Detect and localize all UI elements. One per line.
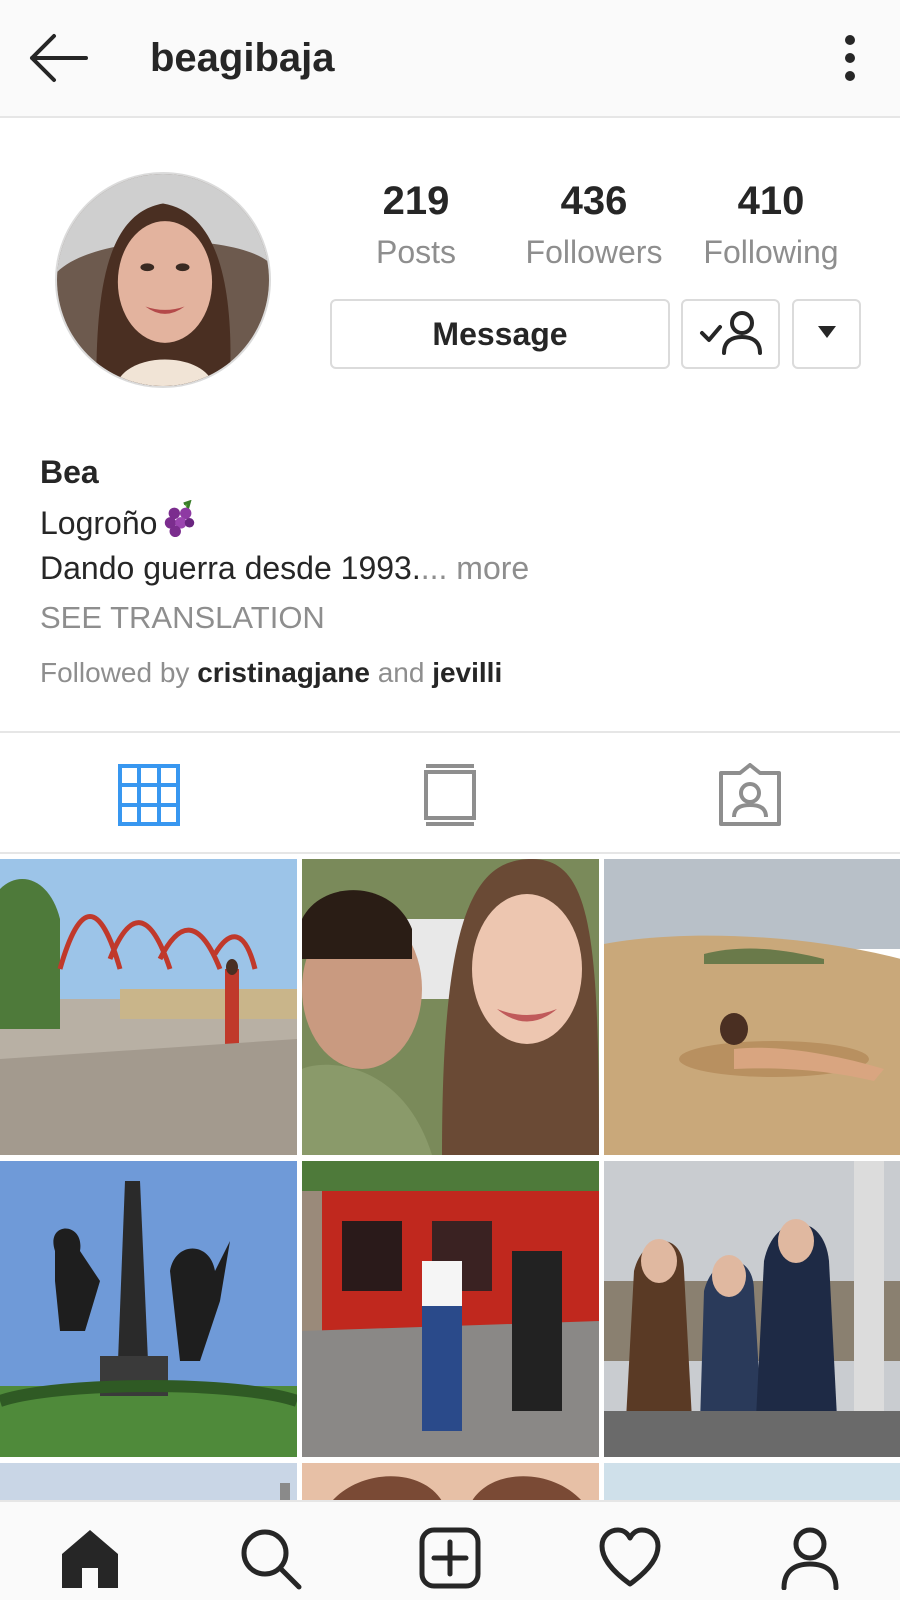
- stat-following-label: Following: [703, 234, 839, 270]
- post-thumbnail[interactable]: [302, 1463, 599, 1501]
- profile-username: beagibaja: [150, 36, 335, 80]
- post-thumbnail[interactable]: [604, 859, 900, 1155]
- profile-display-name: Bea: [40, 454, 99, 490]
- post-thumbnail[interactable]: [302, 1161, 599, 1457]
- post-thumbnail[interactable]: [0, 859, 297, 1155]
- bio-more-link[interactable]: ... more: [421, 550, 529, 586]
- profile-avatar[interactable]: [55, 172, 271, 388]
- stat-followers-count: 436: [560, 179, 628, 223]
- followed-by-and: and: [377, 657, 425, 688]
- feed-icon[interactable]: [418, 763, 482, 827]
- followed-by[interactable]: Followed by cristinagjane and jevilli: [40, 657, 860, 689]
- post-thumbnail[interactable]: [0, 1463, 297, 1501]
- profile-location: Logroño: [40, 499, 860, 546]
- grid-icon[interactable]: [117, 763, 181, 827]
- stat-posts-label: Posts: [375, 234, 457, 270]
- followed-by-user-2[interactable]: jevilli: [432, 657, 502, 688]
- person-check-icon: [696, 307, 766, 362]
- profile-bio: Dando guerra desde 1993.... more: [40, 550, 860, 587]
- grapes-emoji-icon: [161, 499, 199, 546]
- bio-text: Dando guerra desde 1993.: [40, 550, 421, 586]
- stat-posts[interactable]: 219 Posts: [331, 178, 501, 280]
- arrow-left-icon[interactable]: [24, 28, 94, 88]
- following-button[interactable]: [681, 299, 780, 369]
- profile-tabs: [0, 731, 900, 854]
- suggestions-dropdown-button[interactable]: [792, 299, 861, 369]
- top-app-bar: beagibaja: [0, 0, 900, 118]
- message-button[interactable]: Message: [330, 299, 670, 369]
- post-thumbnail[interactable]: [604, 1463, 900, 1501]
- tagged-icon[interactable]: [718, 763, 782, 827]
- followed-by-user-1[interactable]: cristinagjane: [197, 657, 370, 688]
- stat-followers[interactable]: 436 Followers: [509, 178, 679, 280]
- caret-down-icon: [817, 325, 837, 344]
- add-post-icon[interactable]: [418, 1526, 482, 1590]
- stat-followers-label: Followers: [525, 234, 663, 270]
- post-thumbnail[interactable]: [604, 1161, 900, 1457]
- location-text: Logroño: [40, 504, 158, 541]
- stat-following-count: 410: [737, 179, 805, 223]
- more-vertical-icon[interactable]: [838, 34, 862, 84]
- followed-by-prefix: Followed by: [40, 657, 190, 688]
- stat-posts-count: 219: [382, 179, 450, 223]
- search-icon[interactable]: [238, 1526, 302, 1590]
- post-thumbnail[interactable]: [0, 1161, 297, 1457]
- profile-icon[interactable]: [778, 1526, 842, 1591]
- stat-following[interactable]: 410 Following: [686, 178, 856, 280]
- bottom-navigation: [0, 1500, 900, 1600]
- post-thumbnail[interactable]: [302, 859, 599, 1155]
- see-translation-link[interactable]: SEE TRANSLATION: [40, 600, 860, 636]
- heart-icon[interactable]: [598, 1526, 662, 1590]
- home-icon[interactable]: [58, 1526, 122, 1590]
